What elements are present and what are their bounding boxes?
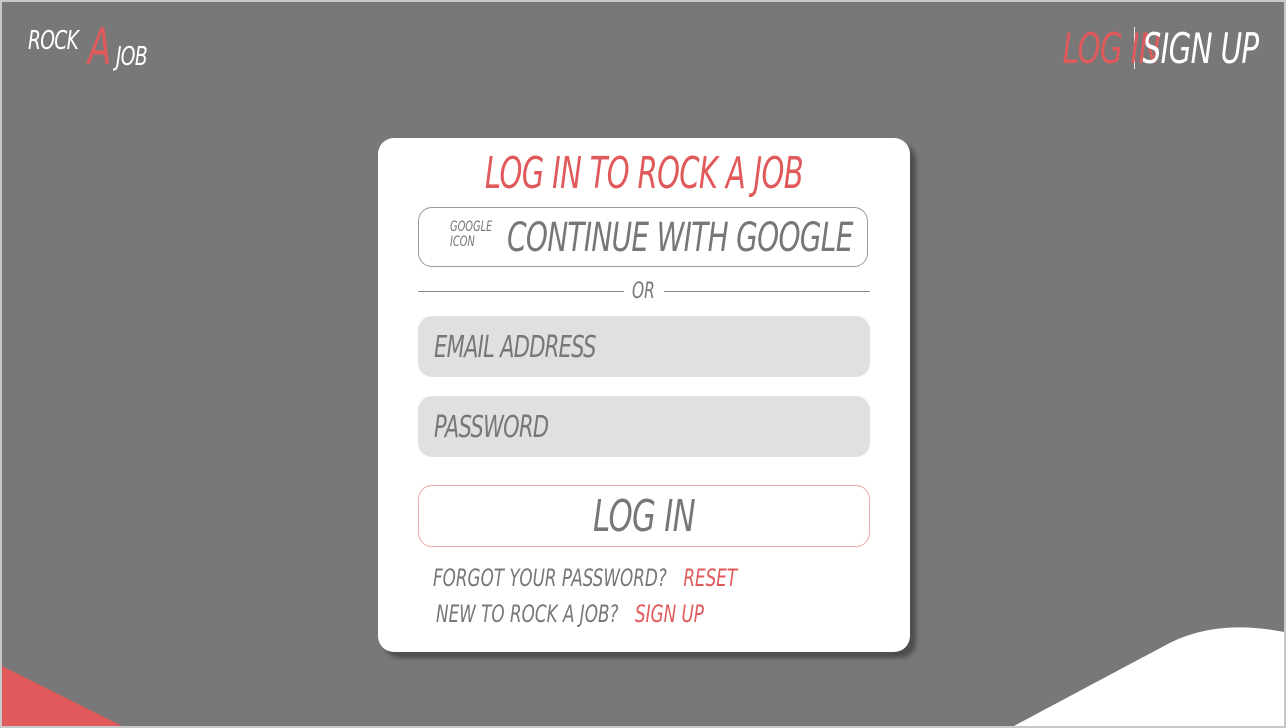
email-field[interactable]: EMAIL ADDRESS [418, 316, 874, 379]
google-button-label: CONTINUE WITH GOOGLE [507, 215, 853, 261]
continue-with-google-button[interactable]: GOOGLE ICON CONTINUE WITH GOOGLE [418, 207, 868, 267]
decorative-red-corner [2, 666, 122, 726]
divider-line-left [418, 291, 624, 292]
decorative-white-wave [1014, 627, 1284, 726]
card-title: LOG IN TO ROCK A JOB [378, 148, 910, 199]
card-title-text: LOG IN TO ROCK A JOB [484, 148, 804, 199]
logo-word-rock: ROCK [28, 26, 79, 56]
password-field[interactable]: PASSWORD [418, 396, 874, 459]
forgot-password-row: FORGOT YOUR PASSWORD? RESET [433, 564, 737, 592]
email-input[interactable] [418, 316, 874, 379]
login-card: LOG IN TO ROCK A JOB GOOGLE ICON CONTINU… [378, 138, 910, 652]
or-divider: OR [418, 279, 870, 304]
logo-word-a: A [88, 18, 112, 76]
divider-line-right [664, 291, 870, 292]
top-nav: LOG IN SIGN UP [1021, 24, 1259, 73]
reset-link[interactable]: RESET [683, 564, 737, 592]
forgot-password-text: FORGOT YOUR PASSWORD? [433, 564, 667, 592]
logo-word-job: JOB [116, 42, 148, 72]
logo[interactable]: ROCK A JOB [26, 18, 166, 76]
google-icon: GOOGLE ICON [450, 220, 492, 250]
new-user-row: NEW TO ROCK A JOB? SIGN UP [436, 600, 704, 628]
google-icon-line1: GOOGLE [450, 219, 493, 235]
nav-signup-link[interactable]: SIGN UP [1142, 24, 1259, 73]
password-input[interactable] [418, 396, 874, 459]
new-user-text: NEW TO ROCK A JOB? [436, 600, 619, 628]
divider-or-text: OR [632, 279, 655, 304]
signup-link[interactable]: SIGN UP [635, 600, 704, 628]
login-button[interactable]: LOG IN [418, 485, 870, 547]
login-button-label: LOG IN [592, 491, 696, 542]
google-icon-line2: ICON [450, 234, 475, 250]
